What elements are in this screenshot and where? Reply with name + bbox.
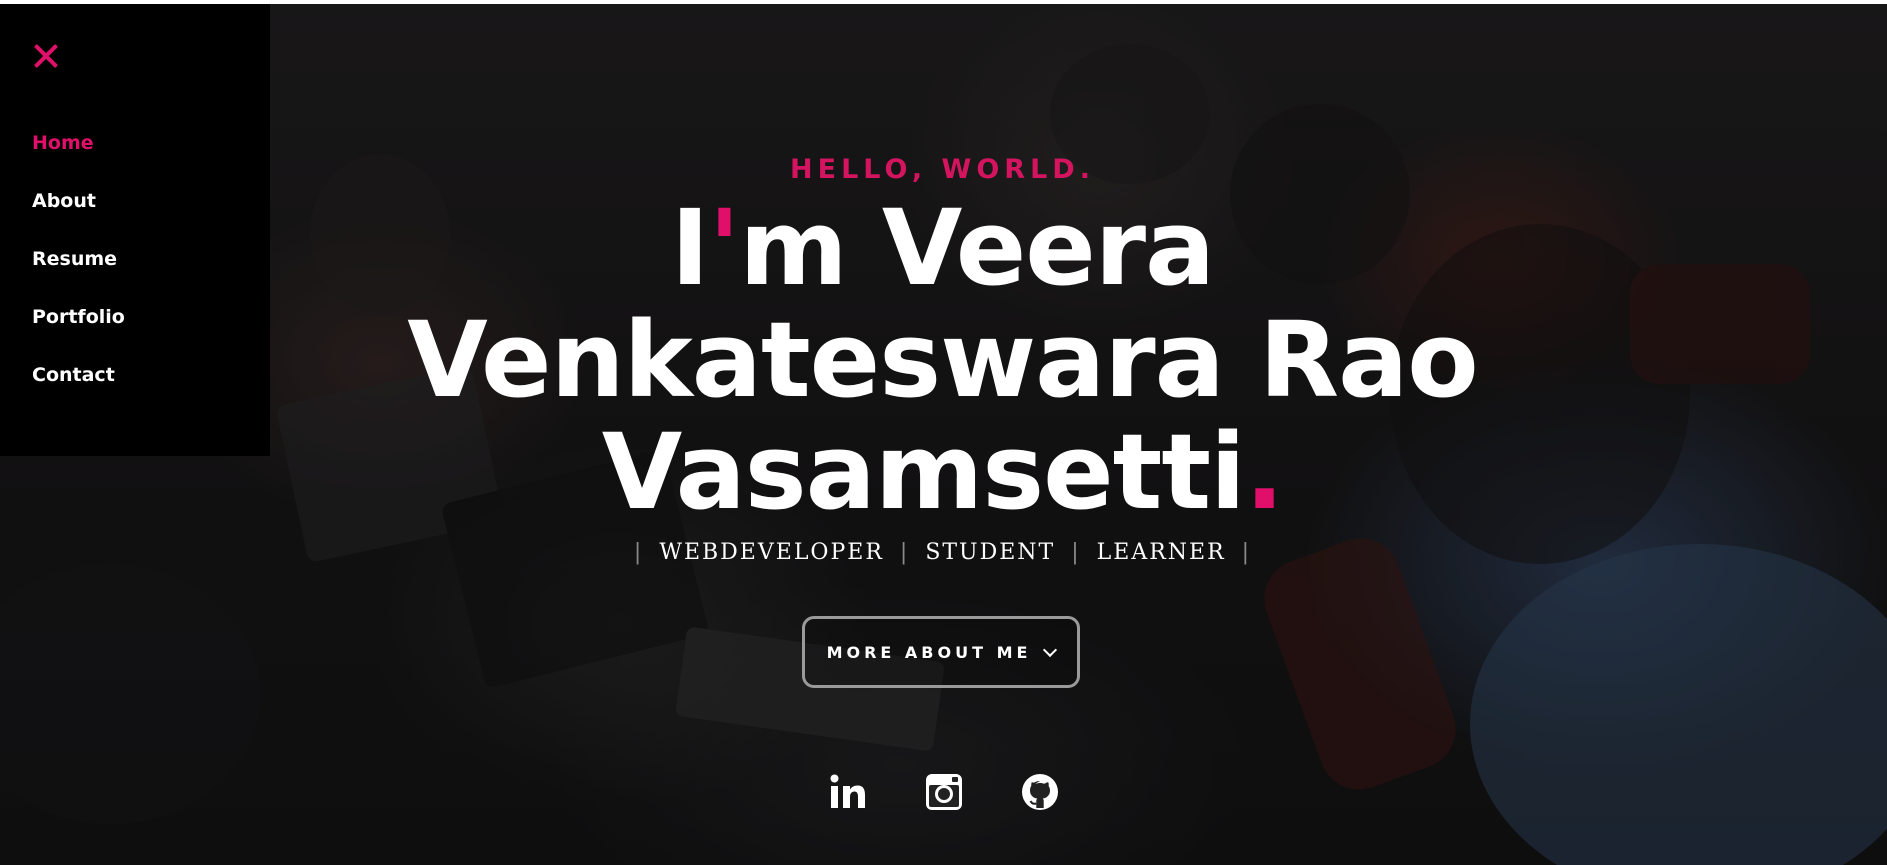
menu-item-portfolio[interactable]: Portfolio <box>32 306 125 364</box>
menu-item-resume[interactable]: Resume <box>32 248 125 306</box>
github-icon[interactable] <box>1020 772 1060 812</box>
role-separator: | <box>1241 540 1252 565</box>
linkedin-icon[interactable] <box>828 772 868 812</box>
instagram-icon[interactable] <box>924 772 964 812</box>
more-about-me-label: MORE ABOUT ME <box>826 642 1032 662</box>
menu-item-home[interactable]: Home <box>32 132 125 190</box>
hero-greeting: HELLO, WORLD. <box>790 154 1095 185</box>
headline-accent-dot: . <box>1244 411 1285 533</box>
more-about-me-button[interactable]: MORE ABOUT ME <box>802 616 1080 688</box>
chevron-down-icon <box>1043 642 1058 657</box>
headline-line-1: I'm Veera <box>670 187 1215 309</box>
role-separator: | <box>899 540 910 565</box>
hero-section: HELLO, WORLD. I'm Veera Venkateswara Rao… <box>270 0 1615 865</box>
hero-headline: I'm Veera Venkateswara Rao Vasamsetti. <box>270 192 1615 528</box>
menu-item-contact[interactable]: Contact <box>32 364 125 422</box>
close-menu-icon[interactable] <box>32 42 60 70</box>
menu-list: Home About Resume Portfolio Contact <box>32 132 125 422</box>
role-item: LEARNER <box>1096 540 1226 565</box>
menu-item-about[interactable]: About <box>32 190 125 248</box>
headline-line-2: Venkateswara Rao <box>407 299 1479 421</box>
page: Home About Resume Portfolio Contact HELL… <box>0 0 1887 865</box>
side-menu: Home About Resume Portfolio Contact <box>0 4 270 456</box>
headline-line-3: Vasamsetti. <box>601 411 1285 533</box>
role-separator: | <box>1071 540 1081 565</box>
social-links <box>828 772 1068 816</box>
role-item: WEBDEVELOPER <box>659 540 884 565</box>
role-item: STUDENT <box>925 540 1056 565</box>
headline-accent-tick: ' <box>708 187 740 309</box>
role-separator: | <box>633 540 644 565</box>
top-border <box>0 0 1887 4</box>
hero-roles: | WEBDEVELOPER | STUDENT | LEARNER | <box>270 540 1615 565</box>
